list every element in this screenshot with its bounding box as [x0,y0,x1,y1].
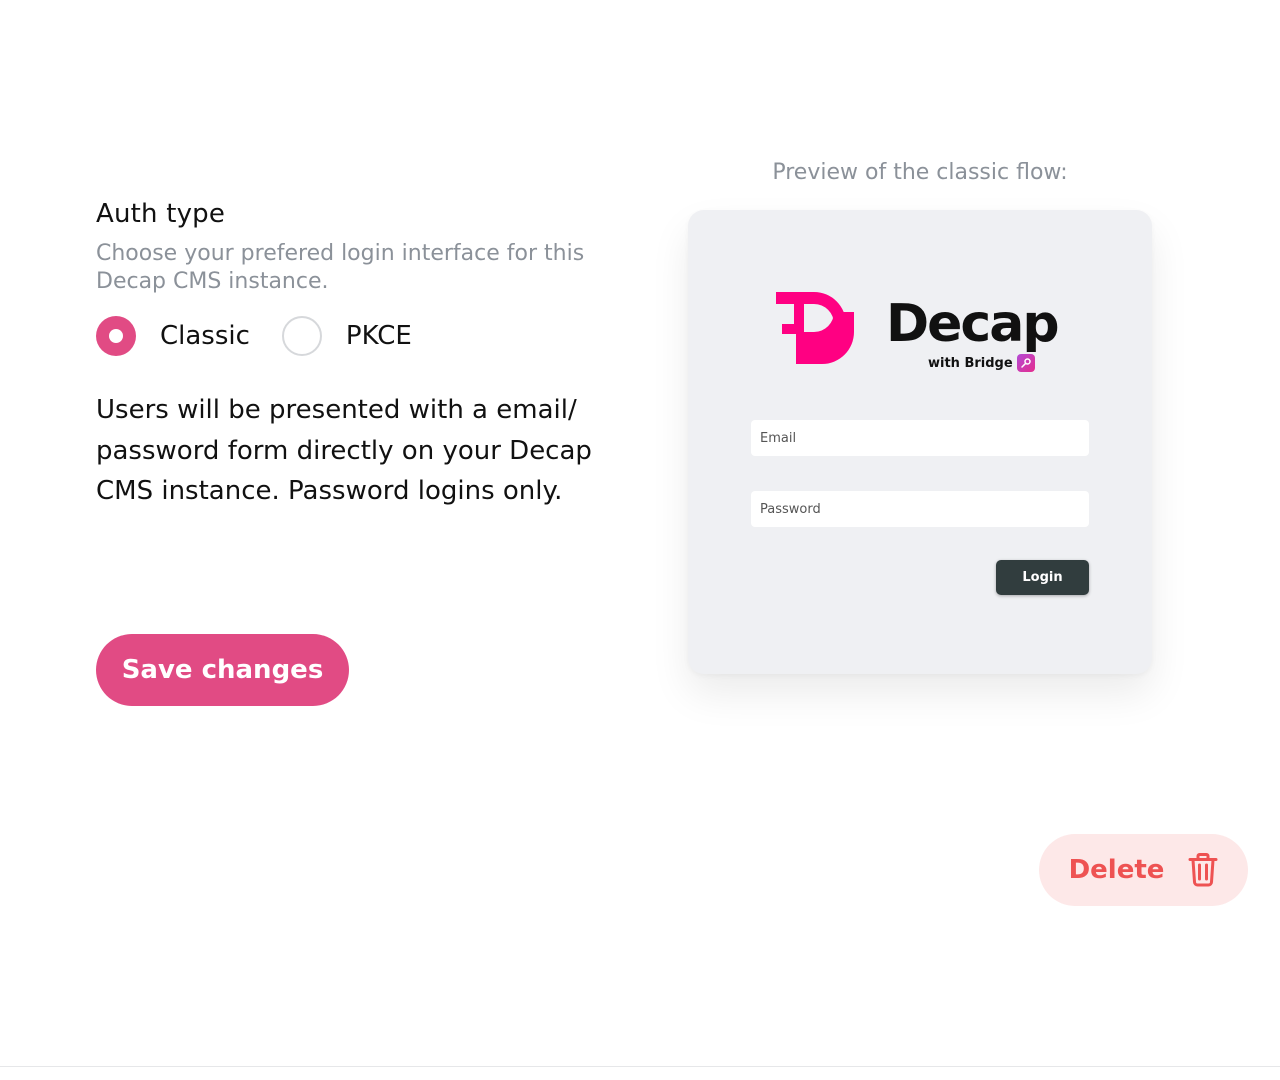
preview-login-button: Login [996,560,1089,595]
decap-logo-icon [776,292,854,364]
auth-type-heading: Auth type [96,199,226,229]
delete-label: Delete [1068,855,1165,885]
radio-classic-label: Classic [160,321,250,351]
radio-option-pkce[interactable]: PKCE [281,316,412,356]
auth-type-explanation: Users will be presented with a email/ pa… [96,395,592,506]
preview-password-field: Password [751,491,1089,527]
delete-button[interactable]: Delete [1039,834,1248,906]
trash-icon [1188,853,1218,887]
login-preview-card: Decap with Bridge Email Password Login [688,210,1152,674]
decap-logo-wordmark: Decap [886,294,1060,354]
radio-classic-checked[interactable] [96,316,136,356]
auth-settings-page: Auth type Choose your prefered login int… [0,0,1280,1080]
save-changes-button[interactable]: Save changes [96,634,349,706]
with-bridge-label: with Bridge [928,354,1035,372]
radio-pkce-unchecked[interactable] [281,316,322,356]
preview-email-field: Email [751,420,1089,456]
bottom-divider [0,1066,1280,1067]
radio-pkce-label: PKCE [345,321,412,351]
auth-type-description: Choose your prefered login interface for… [96,241,585,294]
radio-option-classic[interactable]: Classic [96,316,250,356]
preview-caption: Preview of the classic flow: [772,160,1068,185]
auth-type-radio-group: Classic PKCE [96,316,444,356]
with-bridge-text: with Bridge [928,355,1013,371]
bridge-key-icon [1016,354,1035,372]
